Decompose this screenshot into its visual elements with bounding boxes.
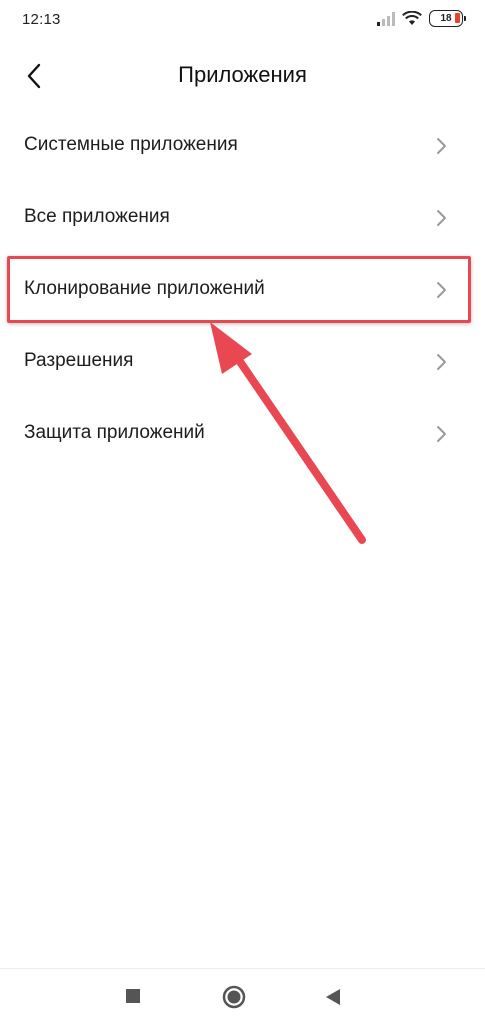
- signal-icon: [377, 11, 395, 26]
- screen: 12:13 18 Приложения Системные приложения…: [0, 0, 485, 1024]
- page-title: Приложения: [178, 62, 307, 87]
- menu-item-system-apps[interactable]: Системные приложения: [0, 110, 485, 182]
- home-button[interactable]: [222, 985, 246, 1014]
- menu-item-label: Системные приложения: [24, 134, 238, 155]
- menu-item-label: Все приложения: [24, 206, 170, 227]
- app-header: Приложения: [0, 48, 485, 104]
- chevron-right-icon: [437, 282, 446, 298]
- chevron-right-icon: [437, 354, 446, 370]
- menu-item-app-lock[interactable]: Защита приложений: [0, 398, 485, 470]
- battery-fill: [455, 13, 460, 23]
- home-circle-icon: [222, 985, 246, 1009]
- menu-item-all-apps[interactable]: Все приложения: [0, 182, 485, 254]
- status-icons: 18: [377, 10, 466, 27]
- settings-menu-list: Системные приложения Все приложения Клон…: [0, 110, 485, 470]
- battery-level: 18: [440, 13, 452, 24]
- back-triangle-icon: [326, 989, 340, 1005]
- wifi-icon: [402, 11, 422, 25]
- chevron-right-icon: [437, 138, 446, 154]
- menu-item-label: Защита приложений: [24, 422, 205, 443]
- menu-item-label: Клонирование приложений: [24, 278, 265, 299]
- chevron-right-icon: [437, 426, 446, 442]
- status-bar: 12:13 18: [0, 0, 485, 40]
- status-time: 12:13: [22, 11, 61, 28]
- system-nav-bar: [0, 968, 485, 1024]
- chevron-right-icon: [437, 210, 446, 226]
- recents-button[interactable]: [126, 989, 140, 1008]
- menu-item-label: Разрешения: [24, 350, 134, 371]
- nav-back-button[interactable]: [326, 989, 340, 1010]
- battery-icon: 18: [429, 10, 466, 27]
- menu-item-permissions[interactable]: Разрешения: [0, 326, 485, 398]
- recents-square-icon: [126, 989, 140, 1003]
- menu-item-dual-apps[interactable]: Клонирование приложений: [0, 254, 485, 326]
